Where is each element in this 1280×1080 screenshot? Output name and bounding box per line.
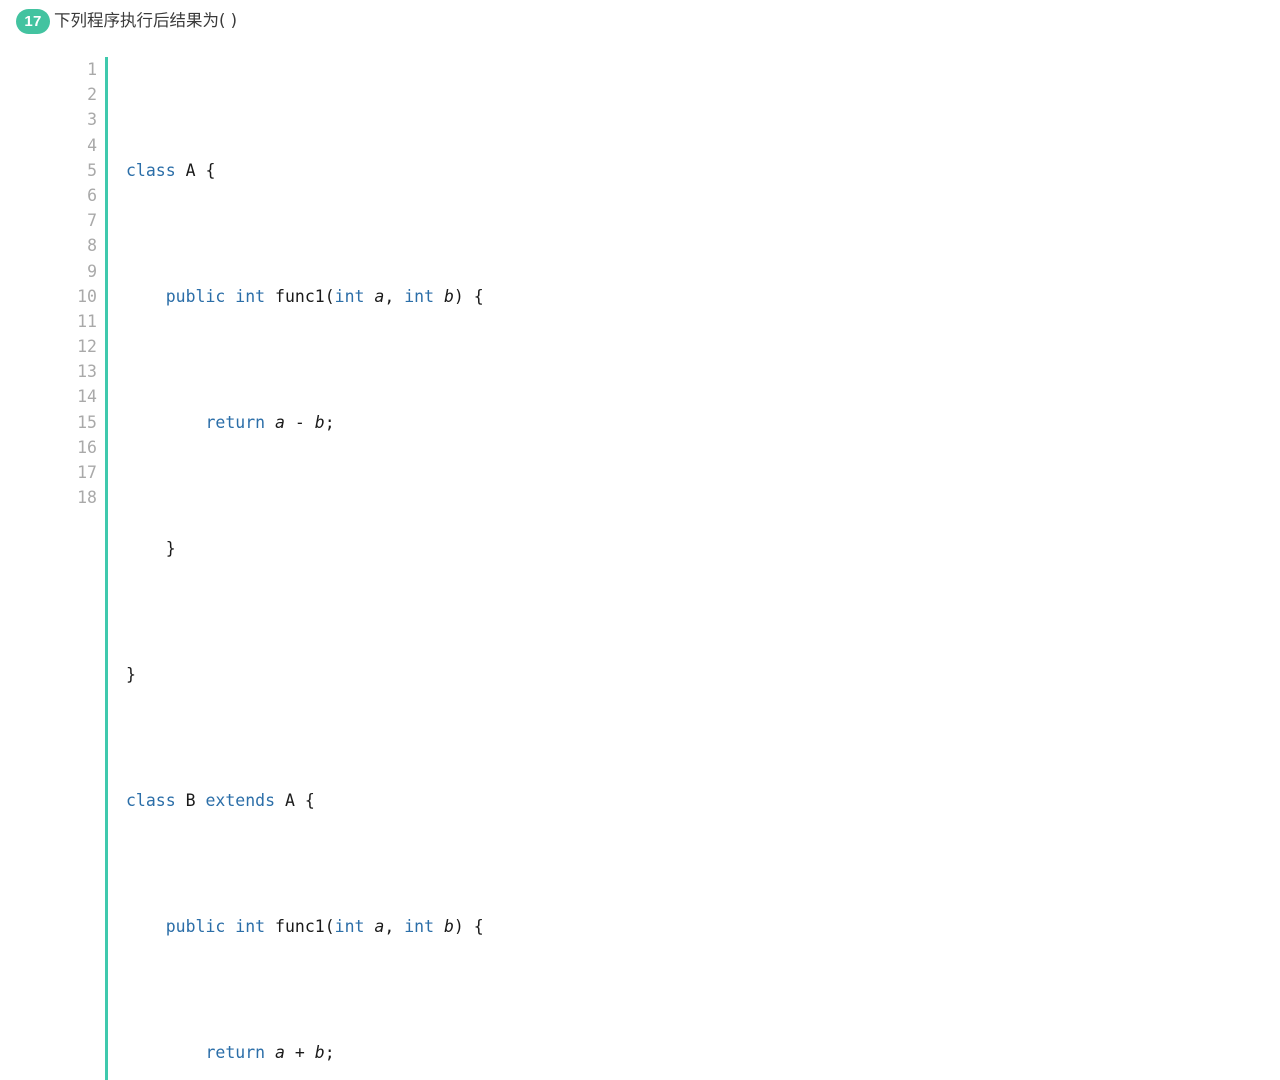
line-number: 14	[77, 387, 97, 407]
keyword-return: return	[205, 1042, 266, 1062]
code-text: A {	[284, 790, 315, 810]
code-text: ) {	[453, 286, 484, 306]
line-number: 12	[77, 337, 97, 357]
line-number: 10	[77, 286, 97, 306]
question-number-badge: 17	[16, 8, 50, 34]
question-header: 17 下列程序执行后结果为( )	[16, 8, 237, 34]
code-line: }	[126, 664, 136, 684]
line-number: 11	[77, 311, 97, 331]
var-b: b	[314, 1042, 325, 1062]
line-number: 13	[77, 362, 97, 382]
line-number: 8	[87, 236, 97, 256]
keyword-public: public	[165, 916, 226, 936]
keyword-int: int	[334, 286, 365, 306]
line-number: 2	[87, 85, 97, 105]
operator-plus: +	[294, 1042, 305, 1062]
code-line: return a - b;	[126, 410, 653, 435]
code-text: ;	[324, 412, 335, 432]
operator-minus: -	[294, 412, 305, 432]
code-line: public int func1(int a, int b) {	[165, 916, 484, 936]
code-text: A {	[175, 160, 216, 180]
param-b: b	[443, 286, 454, 306]
param-a: a	[374, 286, 385, 306]
keyword-int: int	[235, 286, 266, 306]
code-line: class A {	[126, 158, 653, 183]
line-number: 4	[87, 135, 97, 155]
code-line: class B extends A {	[126, 788, 653, 813]
line-number: 16	[77, 437, 97, 457]
code-text: ) {	[453, 916, 484, 936]
line-number: 15	[77, 412, 97, 432]
question-title: 下列程序执行后结果为( )	[54, 11, 238, 30]
line-number: 17	[77, 463, 97, 482]
keyword-public: public	[165, 286, 226, 306]
line-number: 6	[87, 185, 97, 205]
var-b: b	[314, 412, 325, 432]
method-name: func1(	[275, 916, 335, 936]
line-number: 18	[77, 488, 97, 508]
class-name-b: B	[185, 790, 196, 810]
code-content: class A { public int func1(int a, int b)…	[126, 57, 653, 1080]
line-number: 3	[87, 110, 97, 130]
method-name: func1(	[275, 286, 335, 306]
param-b: b	[443, 916, 454, 936]
keyword-int: int	[404, 286, 435, 306]
keyword-class: class	[126, 160, 176, 180]
keyword-extends: extends	[205, 790, 276, 810]
keyword-int: int	[404, 916, 435, 936]
keyword-int: int	[235, 916, 266, 936]
code-text: ;	[324, 1042, 335, 1062]
code-line: public int func1(int a, int b) {	[165, 286, 484, 306]
line-number: 5	[87, 160, 97, 180]
line-number: 9	[87, 261, 97, 281]
param-a: a	[374, 916, 385, 936]
var-a: a	[275, 412, 285, 432]
line-number: 7	[87, 211, 97, 231]
line-number: 1	[87, 60, 97, 79]
keyword-return: return	[205, 412, 266, 432]
keyword-class: class	[126, 790, 176, 810]
gutter-divider	[105, 57, 108, 1080]
line-number-gutter: 1 2 3 4 5 6 7 8 9 10 11 12 13 14 15 16 1…	[0, 57, 97, 510]
code-block: 1 2 3 4 5 6 7 8 9 10 11 12 13 14 15 16 1…	[0, 57, 653, 1080]
var-a: a	[275, 1042, 285, 1062]
code-line: return a + b;	[126, 1040, 653, 1065]
keyword-int: int	[334, 916, 365, 936]
